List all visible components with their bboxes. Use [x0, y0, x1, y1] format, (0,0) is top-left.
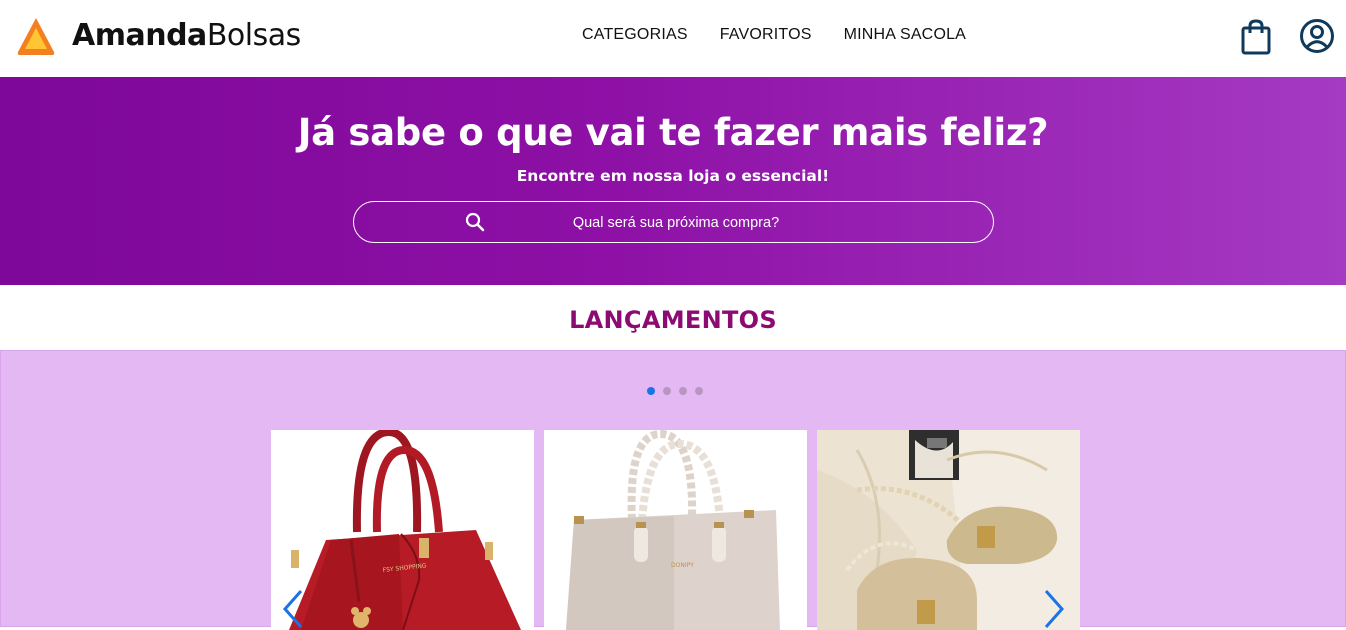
search-bar[interactable] [353, 201, 994, 243]
brand-name[interactable]: AmandaBolsas [72, 16, 301, 56]
hero-banner: Já sabe o que vai te fazer mais feliz? E… [0, 77, 1346, 285]
product-card[interactable] [817, 430, 1080, 630]
red-handbag-image: FSY SHOPPING [271, 430, 534, 630]
carousel-next-arrow-icon[interactable] [1044, 589, 1066, 629]
carousel-dot-1[interactable] [647, 387, 655, 395]
nav-categorias[interactable]: CATEGORIAS [582, 26, 688, 44]
carousel-indicators [647, 387, 703, 395]
hero-subtitle: Encontre em nossa loja o essencial! [516, 167, 830, 185]
carousel-dot-3[interactable] [679, 387, 687, 395]
brand-name-bold: Amanda [72, 18, 207, 53]
nav-minha-sacola[interactable]: MINHA SACOLA [844, 26, 966, 44]
cream-handbag-image: DONIPY [544, 430, 807, 630]
svg-text:DONIPY: DONIPY [671, 562, 694, 569]
brand-logo-icon[interactable] [16, 16, 56, 56]
carousel-dot-4[interactable] [695, 387, 703, 395]
product-card[interactable]: DONIPY [544, 430, 807, 630]
brand-name-light: Bolsas [206, 18, 301, 53]
carousel-dot-2[interactable] [663, 387, 671, 395]
product-carousel: FSY SHOPPING DONIPY [0, 350, 1346, 630]
product-card[interactable]: FSY SHOPPING [271, 430, 534, 630]
carousel-prev-arrow-icon[interactable] [281, 589, 303, 629]
main-nav: CATEGORIAS FAVORITOS MINHA SACOLA [582, 26, 966, 44]
search-icon[interactable] [464, 211, 486, 233]
search-input[interactable] [494, 207, 858, 239]
straw-crossbody-bags-image [817, 430, 1080, 630]
section-title-lancamentos: LANÇAMENTOS [569, 306, 777, 334]
user-account-icon[interactable] [1299, 18, 1335, 54]
shopping-bag-icon[interactable] [1239, 19, 1273, 55]
site-header: AmandaBolsas CATEGORIAS FAVORITOS MINHA … [0, 0, 1346, 77]
hero-title: Já sabe o que vai te fazer mais feliz? [297, 111, 1049, 154]
nav-favoritos[interactable]: FAVORITOS [720, 26, 812, 44]
